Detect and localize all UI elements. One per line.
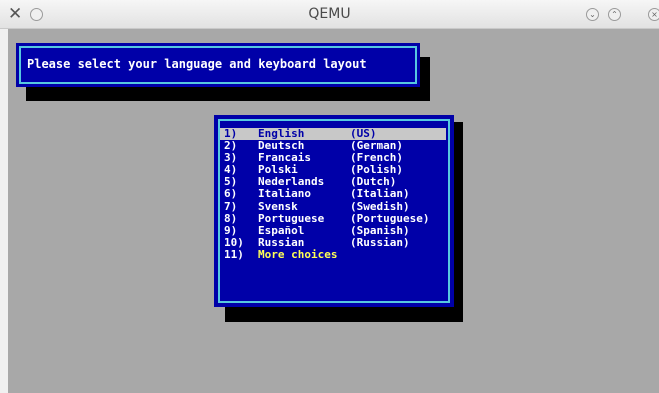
menu-item[interactable]: 5) Nederlands (Dutch) [220, 176, 446, 188]
window-titlebar: ✕ QEMU ⌄ ⌃ × [0, 0, 659, 29]
language-prompt: Please select your language and keyboard… [19, 46, 417, 84]
menu-item[interactable]: 4) Polski (Polish) [220, 164, 446, 176]
menu-item-number: 8) [224, 211, 238, 225]
guest-screen[interactable]: Please select your language and keyboard… [8, 29, 659, 393]
menu-item[interactable]: 8) Portuguese (Portuguese) [220, 211, 446, 225]
menu-item-detail: (Polish) [350, 163, 403, 177]
chevron-up-icon[interactable]: ⌃ [608, 8, 621, 21]
menu-item-label: Svensk [258, 199, 298, 213]
menu-item-detail: (Italian) [350, 187, 410, 201]
menu-item-detail: (Spanish) [350, 223, 410, 237]
menu-item-detail: (Portuguese) [350, 211, 430, 225]
menu-item-detail: (Dutch) [350, 175, 397, 189]
menu-item-label: Portuguese [258, 211, 325, 225]
language-menu-list: 1) English (US) 2) Deutsch (German) 3) Francais… [218, 119, 450, 303]
menu-item-number: 7) [224, 199, 238, 213]
menu-item-detail: (German) [350, 139, 403, 153]
menu-item-label: More choices [258, 247, 338, 261]
chevron-down-icon[interactable]: ⌄ [586, 8, 599, 21]
close-circle-icon[interactable]: × [648, 8, 659, 21]
menu-item[interactable]: 1) English (US) [220, 127, 446, 141]
menu-item[interactable]: 9) Español (Spanish) [220, 223, 446, 237]
header-dialog: Please select your language and keyboard… [16, 43, 420, 87]
window-title: QEMU [308, 6, 351, 22]
menu-item-detail: (US) [350, 127, 377, 140]
menu-item-label: Italiano [258, 187, 311, 201]
menu-item[interactable]: 3) Francais (French) [220, 152, 446, 164]
menu-item[interactable]: 2) Deutsch (German) [220, 139, 446, 153]
menu-item[interactable]: 6) Italiano (Italian) [220, 188, 446, 200]
menu-item-number: 6) [224, 187, 238, 201]
menu-item[interactable]: 11) More choices [220, 247, 446, 261]
menu-item-number: 11) [224, 247, 244, 261]
language-menu: 1) English (US) 2) Deutsch (German) 3) Francais… [214, 115, 454, 307]
menu-item-detail: (Russian) [350, 235, 410, 249]
menu-item-detail: (French) [350, 151, 403, 165]
menu-item-detail: (Swedish) [350, 199, 410, 213]
